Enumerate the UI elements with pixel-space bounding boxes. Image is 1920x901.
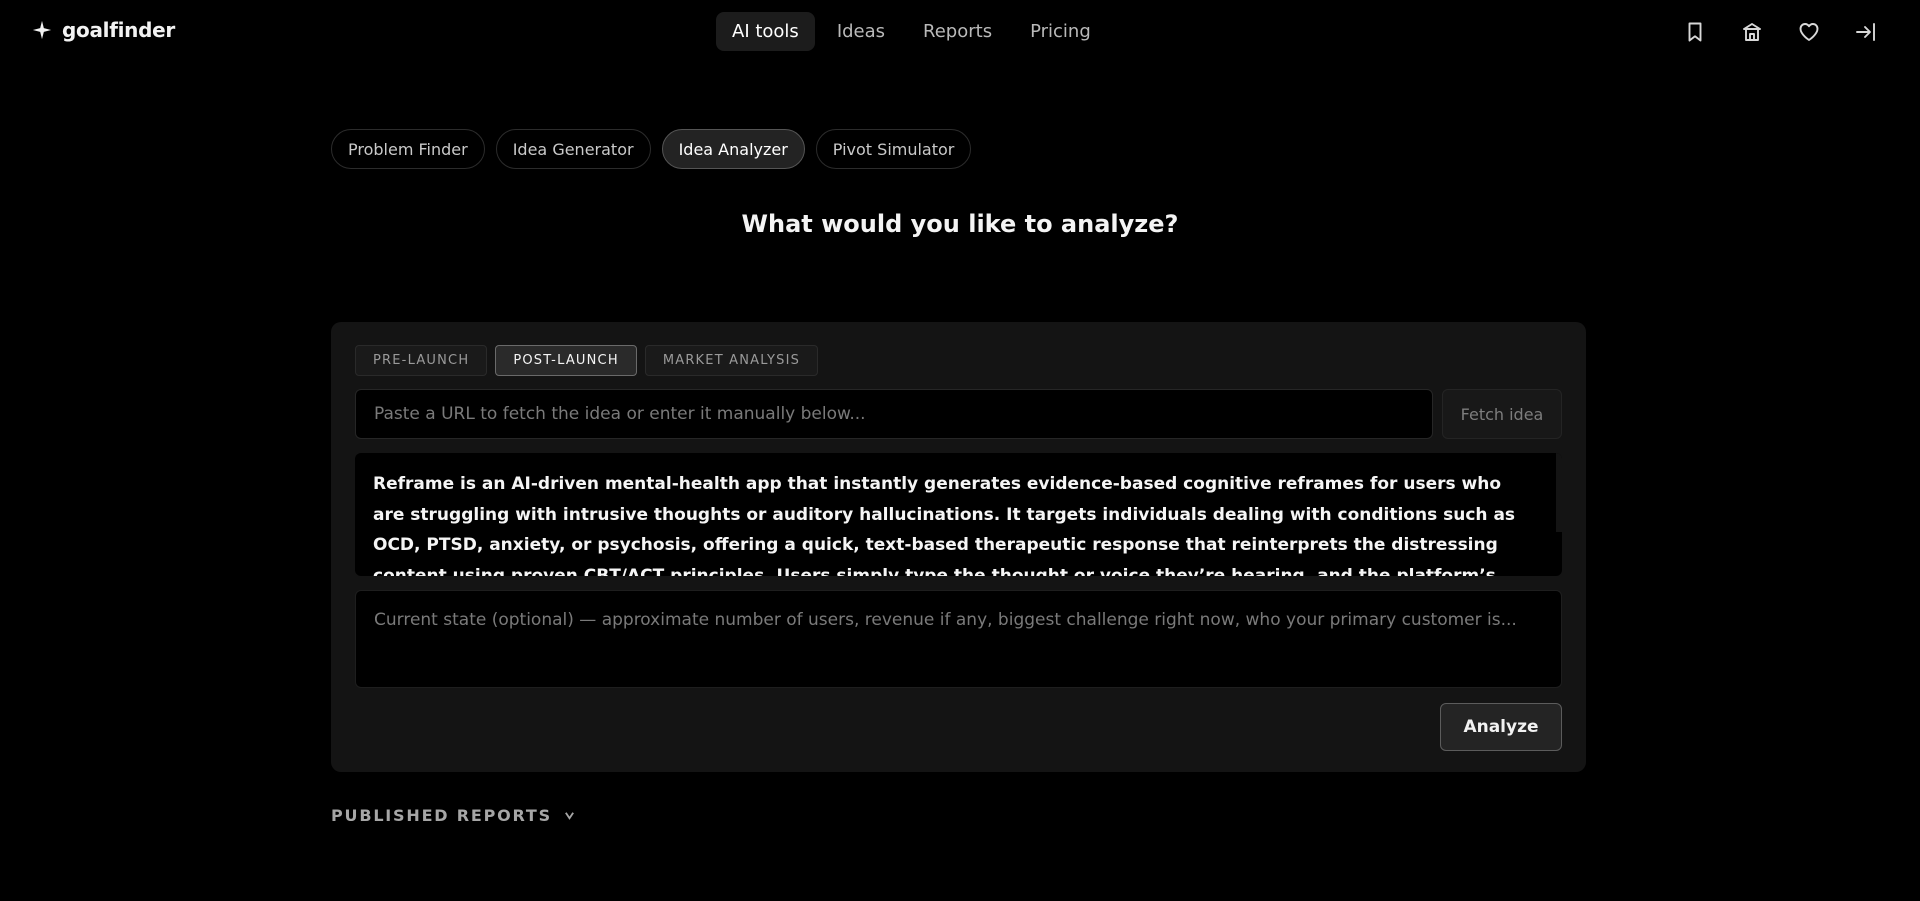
- store-icon[interactable]: [1740, 20, 1764, 44]
- heart-icon[interactable]: [1797, 20, 1821, 44]
- idea-description-text: Reframe is an AI-driven mental-health ap…: [373, 474, 1516, 576]
- tool-idea-analyzer[interactable]: Idea Analyzer: [661, 129, 805, 169]
- header-actions: [1683, 20, 1878, 44]
- current-state-field[interactable]: [355, 590, 1562, 688]
- page-title: What would you like to analyze?: [741, 210, 1179, 238]
- bookmark-icon[interactable]: [1683, 20, 1707, 44]
- main-nav: AI tools Ideas Reports Pricing: [716, 12, 1107, 51]
- tool-problem-finder[interactable]: Problem Finder: [331, 129, 485, 169]
- published-reports-label: PUBLISHED REPORTS: [331, 806, 552, 825]
- nav-ai-tools[interactable]: AI tools: [716, 12, 815, 51]
- segment-market-analysis[interactable]: MARKET ANALYSIS: [644, 345, 819, 376]
- nav-reports[interactable]: Reports: [907, 12, 1008, 51]
- nav-ideas[interactable]: Ideas: [821, 12, 901, 51]
- top-header: goalfinder AI tools Ideas Reports Pricin…: [0, 0, 1920, 64]
- brand-logo[interactable]: goalfinder: [32, 18, 175, 42]
- idea-description-field[interactable]: Reframe is an AI-driven mental-health ap…: [355, 453, 1562, 576]
- stage-selector: PRE-LAUNCH POST-LAUNCH MARKET ANALYSIS: [355, 345, 819, 376]
- url-input[interactable]: [355, 389, 1433, 439]
- analyze-form-card: PRE-LAUNCH POST-LAUNCH MARKET ANALYSIS F…: [331, 322, 1586, 772]
- tool-pivot-simulator[interactable]: Pivot Simulator: [815, 129, 972, 169]
- sparkle-icon: [32, 20, 52, 40]
- fetch-idea-button[interactable]: Fetch idea: [1442, 389, 1562, 439]
- tool-idea-generator[interactable]: Idea Generator: [495, 129, 651, 169]
- brand-name: goalfinder: [62, 18, 175, 42]
- tool-selector: Problem Finder Idea Generator Idea Analy…: [331, 129, 972, 169]
- nav-pricing[interactable]: Pricing: [1014, 12, 1107, 51]
- sign-in-icon[interactable]: [1854, 20, 1878, 44]
- segment-pre-launch[interactable]: PRE-LAUNCH: [355, 345, 488, 376]
- chevron-down-icon: [565, 812, 574, 820]
- segment-post-launch[interactable]: POST-LAUNCH: [495, 345, 637, 376]
- scrollbar-track[interactable]: [1556, 453, 1562, 532]
- analyze-button[interactable]: Analyze: [1440, 703, 1562, 751]
- published-reports-toggle[interactable]: PUBLISHED REPORTS: [331, 806, 575, 825]
